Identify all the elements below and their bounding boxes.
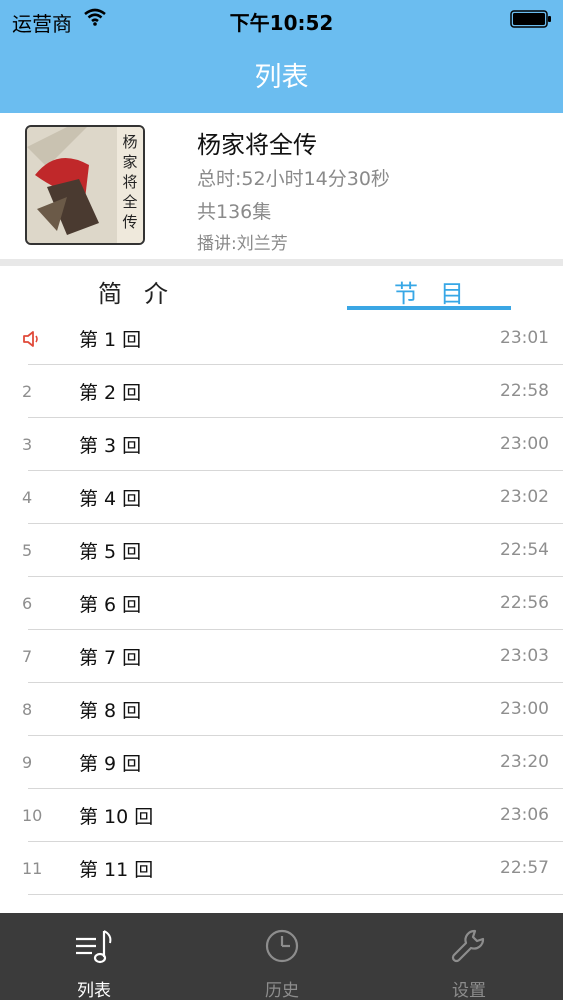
music-list-icon bbox=[76, 930, 112, 964]
episode-row[interactable]: 第 1 回 23:01 bbox=[0, 312, 563, 365]
svg-text:杨: 杨 bbox=[122, 133, 137, 151]
episode-title: 第 11 回 bbox=[79, 859, 154, 881]
episode-title: 第 4 回 bbox=[79, 488, 142, 510]
cover-art-icon: 杨 家 将 全 传 bbox=[27, 127, 143, 243]
episode-duration: 23:06 bbox=[500, 805, 549, 825]
episode-row[interactable]: 7 第 7 回 23:03 bbox=[0, 630, 563, 683]
svg-text:家: 家 bbox=[122, 153, 137, 171]
episode-row[interactable]: 12第 12 回22:53 bbox=[0, 895, 563, 913]
tabbar-label: 设置 bbox=[452, 981, 486, 1000]
episode-row[interactable]: 10 第 10 回 23:06 bbox=[0, 789, 563, 842]
episode-row[interactable]: 9 第 9 回 23:20 bbox=[0, 736, 563, 789]
episode-number: 4 bbox=[22, 488, 33, 507]
album-duration: 总时:52小时14分30秒 bbox=[197, 168, 390, 190]
episode-row[interactable]: 6 第 6 回 22:56 bbox=[0, 577, 563, 630]
episode-number: 5 bbox=[22, 541, 33, 560]
tab-intro[interactable]: 简介 bbox=[98, 274, 190, 309]
status-time: 下午10:52 bbox=[229, 11, 334, 35]
active-tab-indicator bbox=[347, 306, 511, 310]
svg-text:传: 传 bbox=[122, 213, 137, 231]
episode-row[interactable]: 4 第 4 回 23:02 bbox=[0, 471, 563, 524]
episode-title: 第 1 回 bbox=[79, 329, 142, 351]
episode-title: 第 9 回 bbox=[79, 753, 142, 775]
svg-text:将: 将 bbox=[122, 173, 137, 191]
episode-number: 9 bbox=[22, 753, 33, 772]
battery-icon bbox=[510, 10, 551, 28]
episode-title: 第 2 回 bbox=[79, 382, 142, 404]
episode-duration: 22:54 bbox=[500, 540, 549, 560]
episode-row[interactable]: 8 第 8 回 23:00 bbox=[0, 683, 563, 736]
episode-duration: 23:20 bbox=[500, 752, 549, 772]
episode-number: 3 bbox=[22, 435, 33, 454]
episode-number: 7 bbox=[22, 647, 33, 666]
episode-title: 第 6 回 bbox=[79, 594, 142, 616]
tabbar-label: 列表 bbox=[77, 981, 111, 1000]
album-card[interactable]: 杨 家 将 全 传 杨家将全传 总时:52小时14分30秒 共136集 播讲:刘… bbox=[0, 113, 563, 259]
episode-title: 第 8 回 bbox=[79, 700, 142, 722]
navigation-header: 运营商 下午10:52 列表 bbox=[0, 0, 563, 113]
clock-icon bbox=[265, 929, 299, 963]
episode-row[interactable]: 11 第 11 回 22:57 bbox=[0, 842, 563, 895]
episode-row[interactable]: 2 第 2 回 22:58 bbox=[0, 365, 563, 418]
page-title: 列表 bbox=[254, 62, 309, 93]
episode-duration: 23:01 bbox=[500, 328, 549, 348]
episode-title: 第 5 回 bbox=[79, 541, 142, 563]
episode-number: 10 bbox=[22, 806, 43, 825]
tabbar-item-list[interactable]: 列表 bbox=[0, 913, 188, 1000]
episode-duration: 22:58 bbox=[500, 381, 549, 401]
tab-episodes[interactable]: 节目 bbox=[394, 274, 486, 309]
tabbar-item-settings[interactable]: 设置 bbox=[375, 913, 563, 1000]
tabbar-label: 历史 bbox=[265, 981, 299, 1000]
album-episode-count: 共136集 bbox=[197, 201, 272, 223]
segment-tabs: 简介 节目 bbox=[0, 266, 563, 314]
episode-number: 6 bbox=[22, 594, 33, 613]
episode-duration: 23:02 bbox=[500, 487, 549, 507]
bottom-tab-bar: 列表 历史 设置 bbox=[0, 913, 563, 1000]
episode-duration: 22:56 bbox=[500, 593, 549, 613]
svg-text:全: 全 bbox=[122, 193, 137, 211]
speaker-playing-icon bbox=[23, 331, 38, 347]
episode-duration: 22:57 bbox=[500, 858, 549, 878]
episode-row[interactable]: 3 第 3 回 23:00 bbox=[0, 418, 563, 471]
episode-list[interactable]: 第 1 回 23:01 2 第 2 回 22:58 3 第 3 回 23:00 4 第 4 回 23… bbox=[0, 312, 563, 913]
status-bar: 运营商 下午10:52 bbox=[0, 0, 563, 38]
episode-duration: 23:00 bbox=[500, 434, 549, 454]
episode-title: 第 7 回 bbox=[79, 647, 142, 669]
episode-title: 第 10 回 bbox=[79, 806, 154, 828]
album-title: 杨家将全传 bbox=[197, 131, 317, 159]
album-cover-image: 杨 家 将 全 传 bbox=[25, 125, 145, 245]
episode-row[interactable]: 5 第 5 回 22:54 bbox=[0, 524, 563, 577]
tabbar-item-history[interactable]: 历史 bbox=[188, 913, 376, 1000]
episode-number: 11 bbox=[22, 859, 43, 878]
wrench-icon bbox=[451, 929, 485, 963]
episode-duration: 23:03 bbox=[500, 646, 549, 666]
episode-duration: 23:00 bbox=[500, 699, 549, 719]
episode-title: 第 3 回 bbox=[79, 435, 142, 457]
episode-number: 8 bbox=[22, 700, 33, 719]
section-divider bbox=[0, 259, 563, 266]
episode-number: 2 bbox=[22, 382, 33, 401]
album-narrator: 播讲:刘兰芳 bbox=[197, 234, 288, 254]
